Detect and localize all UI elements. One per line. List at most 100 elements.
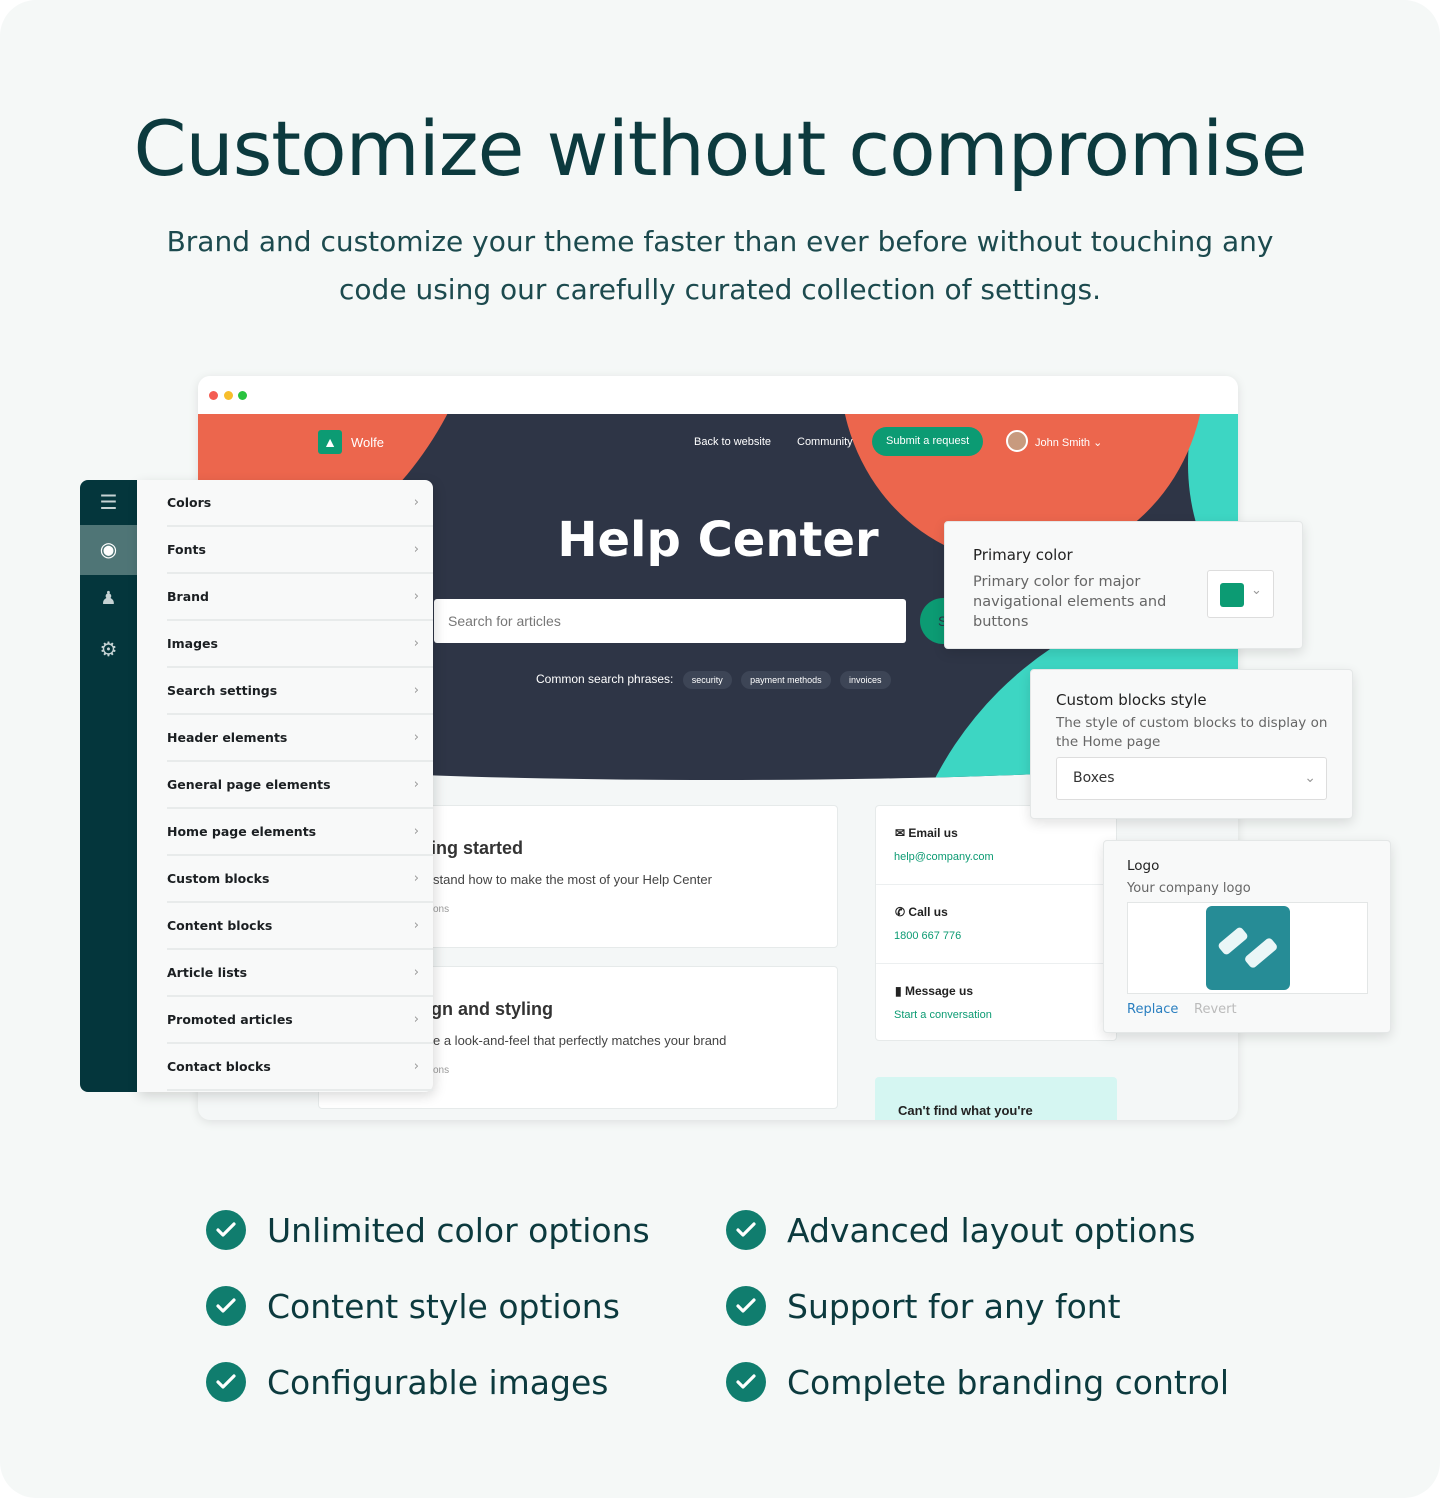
contact-link[interactable]: help@company.com	[894, 851, 994, 863]
page-subtitle: Brand and customize your theme faster th…	[166, 225, 1274, 306]
contact-title: Email us	[908, 826, 958, 840]
check-icon	[206, 1362, 246, 1402]
chevron-right-icon: ›	[413, 730, 419, 745]
menu-item[interactable]: Search settings ›	[167, 668, 433, 715]
card-meta: ons	[433, 904, 450, 915]
select-value: Boxes	[1073, 770, 1115, 786]
check-icon	[726, 1362, 766, 1402]
check-icon	[206, 1210, 246, 1250]
chevron-right-icon: ›	[413, 542, 419, 557]
contact-card: ✉ Email us help@company.com ✆ Call us 18…	[875, 805, 1117, 1041]
menu-item[interactable]: Header elements ›	[167, 715, 433, 762]
contact-item: ▮ Message us Start a conversation	[876, 964, 1116, 1042]
chevron-right-icon: ›	[413, 1012, 419, 1027]
feature-label: Configurable images	[267, 1362, 609, 1402]
menu-icon[interactable]: ☰	[80, 490, 137, 515]
menu-item[interactable]: General page elements ›	[167, 762, 433, 809]
replace-link[interactable]: Replace	[1127, 1002, 1178, 1017]
card-title: gn and styling	[431, 999, 554, 1019]
popover-title: Logo	[1127, 858, 1160, 874]
menu-item[interactable]: Fonts ›	[167, 527, 433, 574]
chevron-right-icon: ›	[413, 589, 419, 604]
phrase-chip[interactable]: payment methods	[741, 671, 831, 689]
feature-item: Unlimited color options	[206, 1210, 650, 1250]
menu-item-label: Promoted articles	[167, 1012, 293, 1027]
settings-rail: ☰ ◉ ♟ ⚙	[80, 480, 137, 1092]
menu-item-label: Contact blocks	[167, 1059, 271, 1074]
logo-preview	[1127, 902, 1368, 994]
envelope-icon: ✉	[895, 826, 906, 840]
contact-link[interactable]: 1800 667 776	[894, 930, 961, 942]
menu-item-label: General page elements	[167, 777, 331, 792]
popover-description: The style of custom blocks to display on…	[1056, 715, 1328, 750]
cant-find-card: Can't find what you're	[875, 1077, 1117, 1120]
feature-label: Content style options	[267, 1286, 620, 1326]
card-meta: ons	[433, 1065, 450, 1076]
chevron-right-icon: ›	[413, 965, 419, 980]
menu-item[interactable]: Custom blocks ›	[167, 856, 433, 903]
menu-item[interactable]: Promoted articles ›	[167, 997, 433, 1044]
popover-description: Primary color for major navigational ele…	[973, 574, 1167, 630]
page-title: Customize without compromise	[133, 104, 1307, 193]
chevron-down-icon: ⌄	[1251, 583, 1262, 598]
feature-item: Content style options	[206, 1286, 620, 1326]
color-picker[interactable]: ⌄	[1207, 570, 1274, 618]
feature-label: Complete branding control	[787, 1362, 1230, 1402]
menu-item[interactable]: Colors ›	[167, 480, 433, 527]
feature-item: Support for any font	[726, 1286, 1121, 1326]
menu-item[interactable]: Images ›	[167, 621, 433, 668]
eye-icon[interactable]: ◉	[80, 525, 137, 575]
menu-item[interactable]: Content blocks ›	[167, 903, 433, 950]
menu-item-label: Content blocks	[167, 918, 273, 933]
menu-item-label: Home page elements	[167, 824, 317, 839]
nav-community[interactable]: Community	[797, 436, 853, 448]
user-menu[interactable]: John Smith ⌄	[1035, 436, 1102, 449]
feature-item: Advanced layout options	[726, 1210, 1196, 1250]
submit-request-button[interactable]: Submit a request	[872, 427, 984, 456]
search-input[interactable]: Search for articles	[434, 599, 906, 643]
cant-find-title: Can't find what you're	[898, 1103, 1033, 1118]
common-phrases: Common search phrases: security payment …	[536, 671, 891, 689]
nav-back-to-website[interactable]: Back to website	[694, 436, 771, 448]
contact-title: Call us	[908, 905, 948, 919]
feature-label: Advanced layout options	[787, 1210, 1196, 1250]
menu-item[interactable]: Home page elements ›	[167, 809, 433, 856]
revert-link[interactable]: Revert	[1194, 1002, 1237, 1017]
chevron-right-icon: ›	[413, 777, 419, 792]
menu-item-label: Custom blocks	[167, 871, 270, 886]
chevron-right-icon: ›	[413, 918, 419, 933]
menu-item-label: Colors	[167, 495, 212, 510]
menu-item-label: Search settings	[167, 683, 278, 698]
chevron-right-icon: ›	[413, 683, 419, 698]
menu-item[interactable]: Article lists ›	[167, 950, 433, 997]
color-swatch	[1220, 583, 1244, 607]
close-dot[interactable]	[209, 391, 218, 400]
user-name: John Smith	[1035, 437, 1091, 449]
contact-item: ✆ Call us 1800 667 776	[876, 885, 1116, 964]
popover-description: Your company logo	[1127, 881, 1251, 896]
chevron-right-icon: ›	[413, 871, 419, 886]
chevron-right-icon: ›	[413, 495, 419, 510]
settings-menu: Colors › Fonts › Brand › Images › Search setting…	[137, 480, 433, 1092]
menu-item[interactable]: Brand ›	[167, 574, 433, 621]
menu-item-label: Images	[167, 636, 218, 651]
blocks-style-select[interactable]: Boxes ⌄	[1056, 757, 1327, 800]
menu-item-label: Fonts	[167, 542, 206, 557]
message-icon: ▮	[895, 984, 902, 998]
user-lock-icon[interactable]: ♟	[80, 588, 137, 609]
contact-link[interactable]: Start a conversation	[894, 1009, 992, 1021]
gear-icon[interactable]: ⚙	[80, 637, 137, 662]
menu-item[interactable]: Contact blocks ›	[167, 1044, 433, 1091]
avatar[interactable]	[1006, 430, 1028, 452]
maximize-dot[interactable]	[238, 391, 247, 400]
brand-logo[interactable]: ▲ Wolfe	[318, 430, 384, 454]
check-icon	[206, 1286, 246, 1326]
menu-item-label: Brand	[167, 589, 209, 604]
phone-icon: ✆	[895, 905, 906, 919]
custom-blocks-popover: Custom blocks style The style of custom …	[1030, 669, 1353, 819]
chevron-right-icon: ›	[413, 824, 419, 839]
phrase-chip[interactable]: security	[682, 671, 732, 689]
minimize-dot[interactable]	[224, 391, 233, 400]
phrase-chip[interactable]: invoices	[839, 671, 891, 689]
wolf-icon: ▲	[318, 430, 342, 454]
